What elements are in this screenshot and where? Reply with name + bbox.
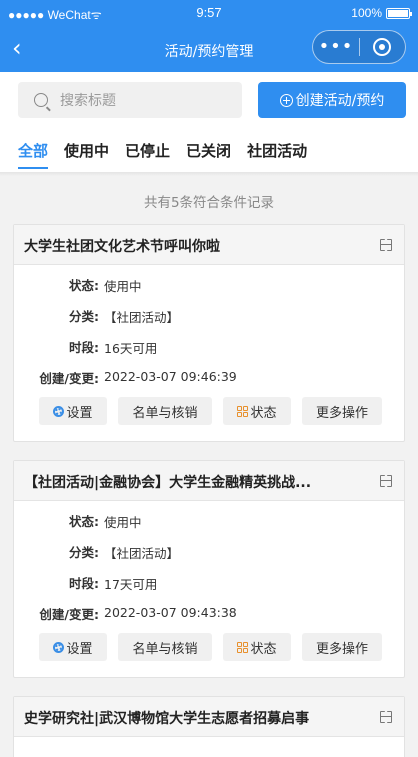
gear-icon — [53, 641, 65, 653]
created-label: 创建/变更: — [39, 607, 99, 622]
create-activity-label: 创建活动/预约 — [295, 93, 385, 109]
activity-card[interactable]: 【社团活动|金融协会】大学生金融精英挑战... 状态: 使用中 分类: 【社团活… — [13, 460, 405, 678]
activity-card[interactable]: 史学研究社|武汉博物馆大学生志愿者招募启事 — [13, 696, 405, 757]
created-value: 2022-03-07 09:43:38 — [104, 605, 237, 620]
card-title: 大学生社团文化艺术节呼叫你啦 — [24, 239, 220, 255]
tab-stopped[interactable]: 已停止 — [125, 140, 170, 169]
card-header: 【社团活动|金融协会】大学生金融精英挑战... — [14, 461, 404, 501]
state-label: 状态 — [250, 405, 277, 421]
card-title: 【社团活动|金融协会】大学生金融精英挑战... — [24, 475, 312, 491]
tabs-divider — [0, 172, 418, 176]
tab-all[interactable]: 全部 — [18, 140, 49, 169]
scan-qr-icon[interactable] — [380, 239, 392, 251]
roster-button[interactable]: 名单与核销 — [118, 633, 212, 661]
tab-in-use[interactable]: 使用中 — [64, 140, 109, 169]
created-label: 创建/变更: — [39, 371, 99, 386]
settings-label: 设置 — [66, 405, 93, 421]
close-miniprogram-button[interactable] — [360, 38, 405, 56]
more-actions-button[interactable]: 更多操作 — [302, 633, 382, 661]
more-actions-button[interactable]: 更多操作 — [302, 397, 382, 425]
gear-icon — [53, 405, 65, 417]
search-input[interactable]: 搜索标题 — [18, 82, 242, 118]
tab-club-activity[interactable]: 社团活动 — [247, 140, 307, 169]
result-count: 共有5条符合条件记录 — [143, 195, 275, 211]
battery-percent: 100% — [351, 6, 382, 20]
status-label: 状态: — [69, 278, 99, 293]
scan-qr-icon[interactable] — [380, 711, 392, 723]
create-activity-button[interactable]: 创建活动/预约 — [258, 82, 406, 118]
qr-grid-icon — [237, 405, 249, 417]
search-icon — [34, 93, 48, 107]
category-value: 【社团活动】 — [104, 546, 180, 561]
battery-icon — [386, 7, 412, 19]
battery-indicator: 100% — [351, 6, 412, 20]
more-actions-label: 更多操作 — [315, 641, 368, 657]
roster-button[interactable]: 名单与核销 — [118, 397, 212, 425]
period-label: 时段: — [69, 576, 99, 591]
category-label: 分类: — [69, 545, 99, 560]
status-bar: ●●●●● WeChatᯤ 9:57 100% — [0, 0, 418, 28]
period-value: 16天可用 — [104, 341, 158, 356]
navigation-bar: ‹ 活动/预约管理 ••• — [0, 28, 418, 72]
category-label: 分类: — [69, 309, 99, 324]
card-title: 史学研究社|武汉博物馆大学生志愿者招募启事 — [24, 711, 310, 727]
card-header: 史学研究社|武汉博物馆大学生志愿者招募启事 — [14, 697, 404, 737]
target-circle-icon — [373, 38, 392, 56]
scan-qr-icon[interactable] — [380, 475, 392, 487]
qr-grid-icon — [237, 641, 249, 653]
state-button[interactable]: 状态 — [223, 633, 291, 661]
more-actions-label: 更多操作 — [315, 405, 368, 421]
state-button[interactable]: 状态 — [223, 397, 291, 425]
settings-button[interactable]: 设置 — [39, 633, 107, 661]
roster-label: 名单与核销 — [132, 641, 198, 657]
roster-label: 名单与核销 — [132, 405, 198, 421]
miniprogram-capsule: ••• — [312, 30, 406, 64]
activity-card[interactable]: 大学生社团文化艺术节呼叫你啦 状态: 使用中 分类: 【社团活动】 时段: 16… — [13, 224, 405, 442]
status-label: 状态: — [69, 514, 99, 529]
settings-label: 设置 — [66, 641, 93, 657]
more-menu-button[interactable]: ••• — [313, 38, 359, 56]
filter-tabs: 全部 使用中 已停止 已关闭 社团活动 — [18, 140, 307, 169]
period-label: 时段: — [69, 340, 99, 355]
created-value: 2022-03-07 09:46:39 — [104, 369, 237, 384]
search-placeholder: 搜索标题 — [60, 93, 116, 109]
card-header: 大学生社团文化艺术节呼叫你啦 — [14, 225, 404, 265]
state-label: 状态 — [250, 641, 277, 657]
status-value: 使用中 — [104, 279, 142, 294]
category-value: 【社团活动】 — [104, 310, 180, 325]
period-value: 17天可用 — [104, 577, 158, 592]
tab-closed[interactable]: 已关闭 — [186, 140, 231, 169]
status-value: 使用中 — [104, 515, 142, 530]
settings-button[interactable]: 设置 — [39, 397, 107, 425]
plus-circle-icon — [279, 93, 293, 107]
